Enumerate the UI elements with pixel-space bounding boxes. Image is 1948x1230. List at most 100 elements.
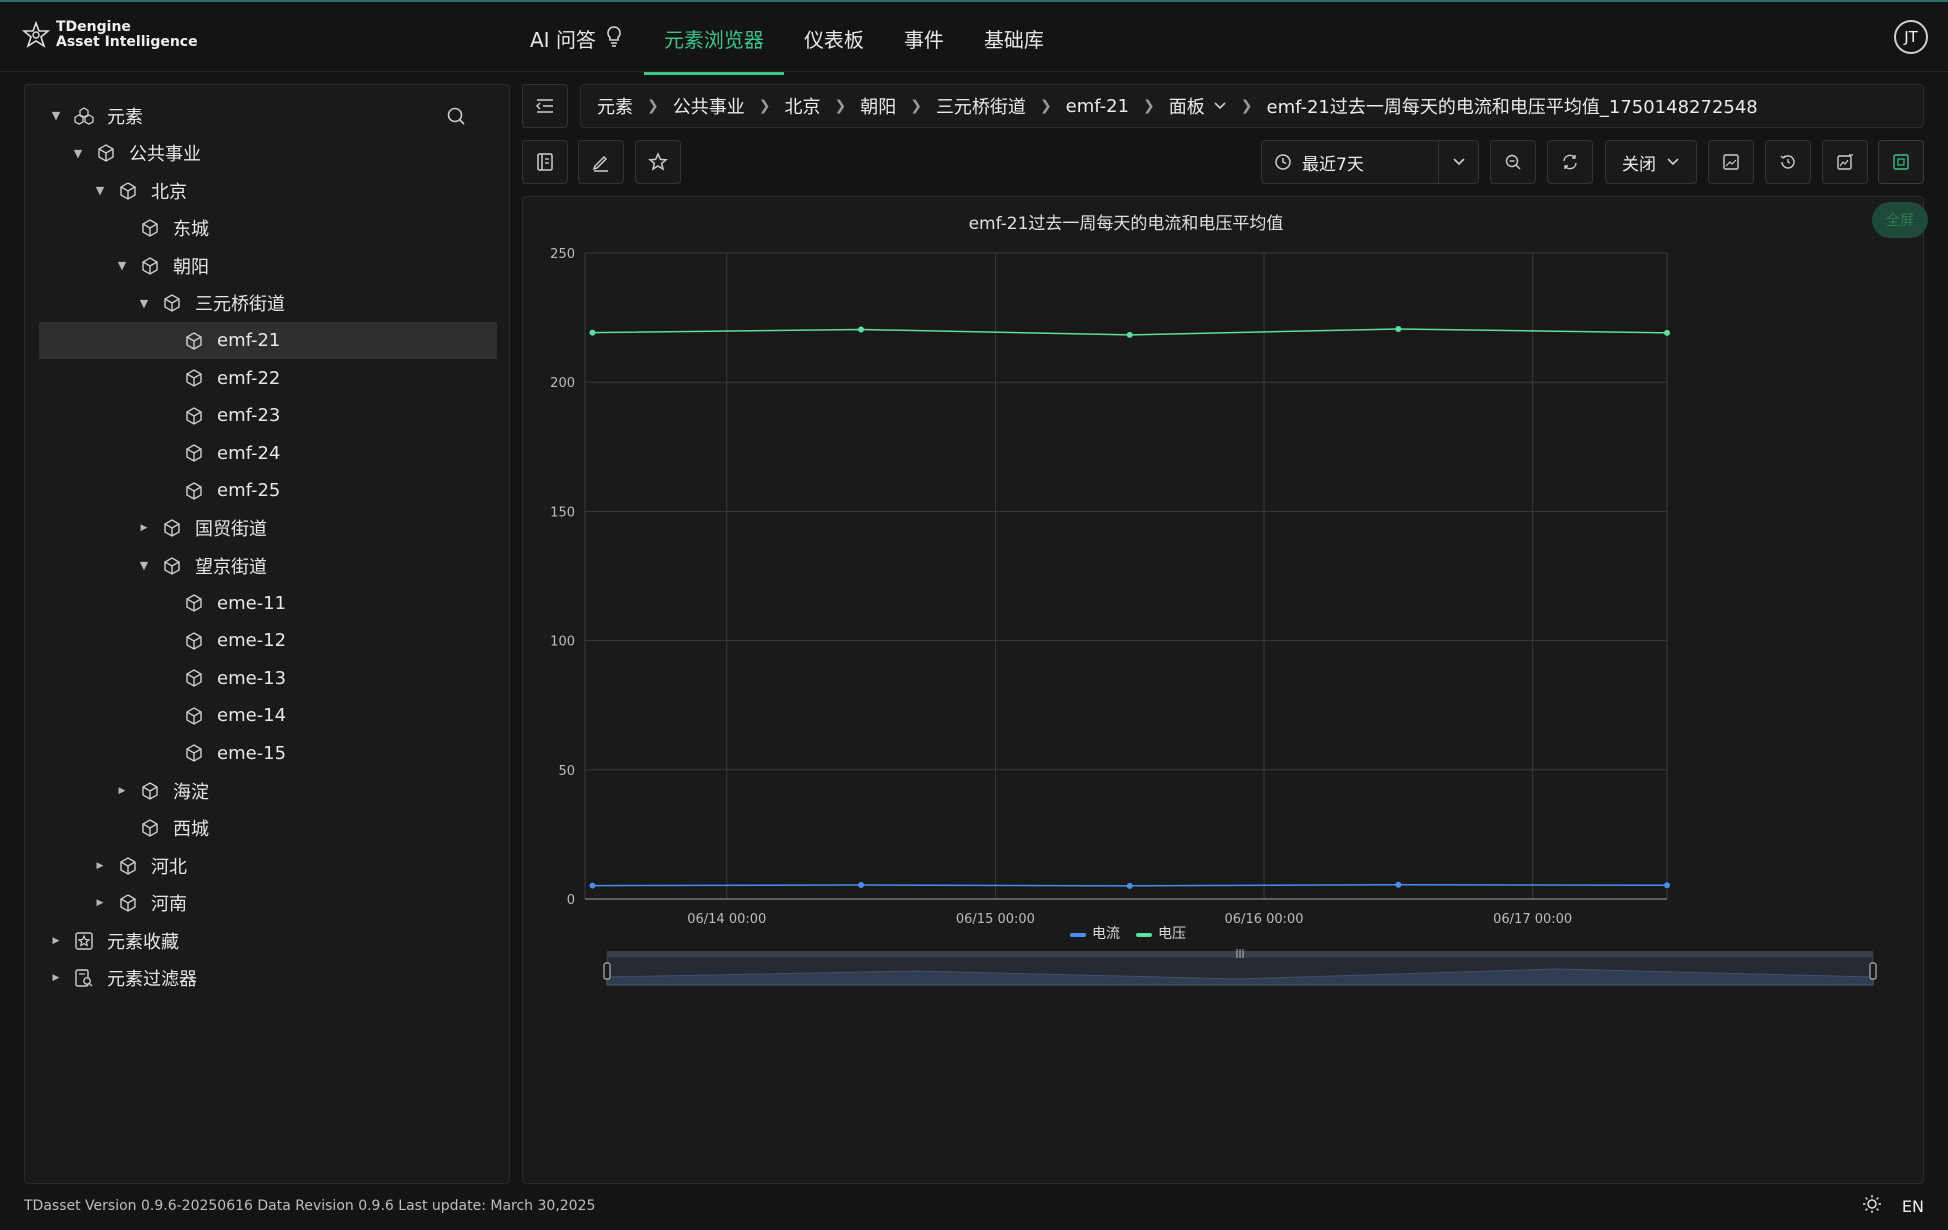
refresh-button[interactable] bbox=[1547, 140, 1593, 184]
element-tree-panel: ▼ 元素 ▼ 公共事业 ▼ 北京 东城 ▼ 朝阳 ▼ 三元桥街道 emf-21 emf-22 emf-23… bbox=[24, 84, 510, 1184]
tree-node-eme-11[interactable]: eme-11 bbox=[39, 585, 497, 622]
tree-node-河北[interactable]: ▶ 河北 bbox=[39, 847, 497, 884]
tree-node-海淀[interactable]: ▶ 海淀 bbox=[39, 772, 497, 809]
tree-node-河南[interactable]: ▶ 河南 bbox=[39, 885, 497, 922]
tree-node-元素过滤器[interactable]: ▶ 元素过滤器 bbox=[39, 960, 497, 997]
language-toggle[interactable]: EN bbox=[1902, 1197, 1924, 1216]
breadcrumb-item[interactable]: 元素 bbox=[597, 93, 633, 119]
nav-library[interactable]: 基础库 bbox=[964, 2, 1064, 74]
cube-icon bbox=[117, 855, 139, 877]
caret-right-icon[interactable]: ▶ bbox=[47, 973, 65, 983]
tree-node-西城[interactable]: 西城 bbox=[39, 810, 497, 847]
caret-right-icon[interactable]: ▶ bbox=[113, 786, 131, 796]
breadcrumb: 元素 ❯ 公共事业 ❯ 北京 ❯ 朝阳 ❯ 三元桥街道 ❯ emf-21 ❯ 面… bbox=[580, 84, 1924, 128]
caret-down-icon[interactable]: ▼ bbox=[69, 147, 87, 160]
auto-refresh-value: 关闭 bbox=[1622, 154, 1656, 175]
details-button[interactable] bbox=[522, 140, 568, 184]
history-icon bbox=[1780, 155, 1795, 169]
tree-node-元素[interactable]: ▼ 元素 bbox=[39, 97, 497, 134]
tree-node-望京街道[interactable]: ▼ 望京街道 bbox=[39, 547, 497, 584]
export-image-button[interactable] bbox=[1708, 140, 1754, 184]
breadcrumb-item[interactable]: 北京 bbox=[784, 93, 820, 119]
caret-right-icon[interactable]: ▶ bbox=[135, 523, 153, 533]
caret-down-icon[interactable]: ▼ bbox=[135, 297, 153, 310]
favorite-button[interactable] bbox=[635, 140, 681, 184]
history-button[interactable] bbox=[1765, 140, 1811, 184]
tree-node-eme-14[interactable]: eme-14 bbox=[39, 697, 497, 734]
nav-events[interactable]: 事件 bbox=[884, 2, 964, 74]
breadcrumb-item[interactable]: 三元桥街道 bbox=[936, 93, 1026, 119]
nav-element-browser[interactable]: 元素浏览器 bbox=[643, 2, 784, 75]
tree-node-北京[interactable]: ▼ 北京 bbox=[39, 172, 497, 209]
data-point-电压 bbox=[1126, 331, 1133, 338]
cube-icon bbox=[117, 180, 139, 202]
breadcrumb-item[interactable]: 朝阳 bbox=[860, 93, 896, 119]
line-chart[interactable]: emf-21过去一周每天的电流和电压平均值 0 50 100 150 200 250 06/1… bbox=[523, 197, 1925, 1185]
edit-chart-button[interactable] bbox=[1822, 140, 1868, 184]
tree-node-朝阳[interactable]: ▼ 朝阳 bbox=[39, 247, 497, 284]
tree-node-东城[interactable]: 东城 bbox=[39, 210, 497, 247]
cube-icon bbox=[161, 292, 183, 314]
zoom-out-button[interactable] bbox=[1490, 140, 1536, 184]
breadcrumb-item-current[interactable]: emf-21过去一周每天的电流和电压平均值_1750148272548 bbox=[1267, 93, 1758, 119]
clock-icon bbox=[1275, 154, 1291, 170]
tree-node-label: 西城 bbox=[173, 819, 209, 840]
tree-node-eme-13[interactable]: eme-13 bbox=[39, 660, 497, 697]
cube-icon bbox=[183, 592, 205, 614]
data-point-电压 bbox=[589, 329, 596, 336]
tree-node-emf-23[interactable]: emf-23 bbox=[39, 397, 497, 434]
chevron-right-icon: ❯ bbox=[1143, 98, 1155, 114]
caret-down-icon[interactable]: ▼ bbox=[47, 109, 65, 122]
version-info: TDasset Version 0.9.6-20250616 Data Revi… bbox=[24, 1198, 596, 1214]
tree-node-公共事业[interactable]: ▼ 公共事业 bbox=[39, 135, 497, 172]
tree-node-label: 北京 bbox=[151, 181, 187, 203]
caret-down-icon[interactable]: ▼ bbox=[113, 259, 131, 272]
tree-node-元素收藏[interactable]: ▶ 元素收藏 bbox=[39, 922, 497, 959]
tree-node-label: 公共事业 bbox=[129, 144, 201, 165]
document-icon bbox=[537, 153, 553, 171]
collapse-sidebar-button[interactable] bbox=[522, 84, 568, 128]
user-avatar[interactable]: JT bbox=[1894, 20, 1928, 54]
breadcrumb-panel-dropdown[interactable]: 面板 bbox=[1169, 93, 1227, 119]
brand-name: TDengine bbox=[56, 19, 131, 35]
tree-node-emf-21[interactable]: emf-21 bbox=[39, 322, 497, 359]
tree-node-emf-25[interactable]: emf-25 bbox=[39, 472, 497, 509]
tree-node-eme-12[interactable]: eme-12 bbox=[39, 622, 497, 659]
tree-node-label: 元素收藏 bbox=[107, 931, 179, 953]
tree-node-三元桥街道[interactable]: ▼ 三元桥街道 bbox=[39, 285, 497, 322]
breadcrumb-label: 朝阳 bbox=[860, 97, 897, 118]
breadcrumb-label: emf-21过去一周每天的电流和电压平均值_1750148272548 bbox=[1266, 97, 1758, 118]
caret-right-icon[interactable]: ▶ bbox=[91, 898, 109, 908]
y-tick-label: 0 bbox=[567, 893, 575, 908]
tree-node-国贸街道[interactable]: ▶ 国贸街道 bbox=[39, 510, 497, 547]
refresh-icon bbox=[1563, 154, 1577, 170]
caret-right-icon[interactable]: ▶ bbox=[91, 861, 109, 871]
caret-down-icon[interactable]: ▼ bbox=[135, 559, 153, 572]
tree-node-emf-24[interactable]: emf-24 bbox=[39, 435, 497, 472]
cube-icon bbox=[139, 217, 161, 239]
cube-icon bbox=[183, 630, 205, 652]
auto-refresh-select[interactable]: 关闭 bbox=[1605, 140, 1697, 184]
cube-icon bbox=[183, 667, 205, 689]
caret-down-icon[interactable]: ▼ bbox=[91, 184, 109, 197]
nav-dashboard[interactable]: 仪表板 bbox=[784, 2, 884, 74]
caret-right-icon[interactable]: ▶ bbox=[47, 936, 65, 946]
brand-subtitle: Asset Intelligence bbox=[56, 34, 198, 50]
theme-toggle-sun-icon[interactable] bbox=[1862, 1194, 1882, 1218]
brand-logo[interactable]: TDengine Asset Intelligence bbox=[22, 20, 198, 50]
tree-node-eme-15[interactable]: eme-15 bbox=[39, 735, 497, 772]
tree-node-label: eme-13 bbox=[217, 667, 287, 689]
tree-node-label: eme-11 bbox=[217, 592, 287, 614]
time-range-dropdown[interactable] bbox=[1438, 141, 1478, 183]
chevron-right-icon: ❯ bbox=[647, 98, 659, 114]
time-range-select[interactable]: 最近7天 bbox=[1261, 140, 1479, 184]
edit-button[interactable] bbox=[578, 140, 624, 184]
tree-node-emf-22[interactable]: emf-22 bbox=[39, 360, 497, 397]
breadcrumb-item[interactable]: 公共事业 bbox=[673, 93, 745, 119]
fullscreen-button[interactable] bbox=[1878, 140, 1924, 184]
footer-controls: EN bbox=[1862, 1194, 1924, 1218]
nav-ai-qa[interactable]: AI 问答 bbox=[510, 2, 644, 74]
favorites-icon bbox=[73, 930, 95, 952]
tree-node-label: emf-23 bbox=[217, 405, 281, 426]
breadcrumb-item[interactable]: emf-21 bbox=[1066, 96, 1129, 117]
